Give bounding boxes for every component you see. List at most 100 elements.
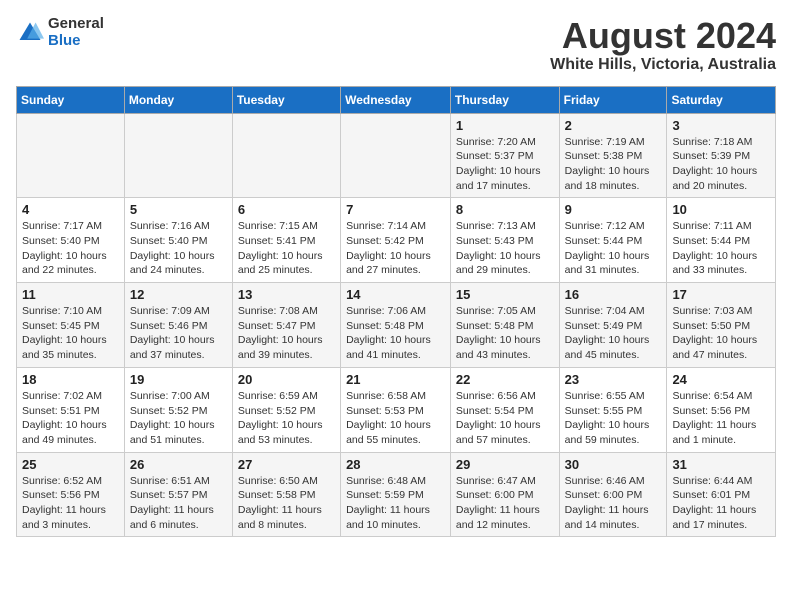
calendar-day-cell: 6 Sunrise: 7:15 AM Sunset: 5:41 PM Daylig…	[232, 198, 340, 283]
cell-daylight-info: Sunrise: 7:18 AM Sunset: 5:39 PM Dayligh…	[672, 135, 770, 194]
cell-daylight-info: Sunrise: 6:54 AM Sunset: 5:56 PM Dayligh…	[672, 389, 770, 448]
cell-date-number: 19	[130, 372, 227, 387]
cell-date-number: 16	[565, 287, 662, 302]
cell-date-number: 28	[346, 457, 445, 472]
cell-daylight-info: Sunrise: 7:17 AM Sunset: 5:40 PM Dayligh…	[22, 219, 119, 278]
day-header-wednesday: Wednesday	[341, 86, 451, 113]
cell-date-number: 31	[672, 457, 770, 472]
empty-cell	[232, 113, 340, 198]
calendar-day-cell: 5 Sunrise: 7:16 AM Sunset: 5:40 PM Daylig…	[124, 198, 232, 283]
cell-date-number: 30	[565, 457, 662, 472]
day-header-friday: Friday	[559, 86, 667, 113]
calendar-header-row: SundayMondayTuesdayWednesdayThursdayFrid…	[17, 86, 776, 113]
cell-daylight-info: Sunrise: 7:19 AM Sunset: 5:38 PM Dayligh…	[565, 135, 662, 194]
cell-daylight-info: Sunrise: 7:10 AM Sunset: 5:45 PM Dayligh…	[22, 304, 119, 363]
cell-daylight-info: Sunrise: 6:56 AM Sunset: 5:54 PM Dayligh…	[456, 389, 554, 448]
calendar-day-cell: 26 Sunrise: 6:51 AM Sunset: 5:57 PM Dayli…	[124, 452, 232, 537]
logo-blue-text: Blue	[48, 33, 104, 50]
cell-daylight-info: Sunrise: 7:13 AM Sunset: 5:43 PM Dayligh…	[456, 219, 554, 278]
logo-general-text: General	[48, 16, 104, 33]
cell-date-number: 6	[238, 202, 335, 217]
calendar-day-cell: 13 Sunrise: 7:08 AM Sunset: 5:47 PM Dayli…	[232, 283, 340, 368]
calendar-day-cell: 15Sunrise: 7:05 AM Sunset: 5:48 PM Dayli…	[450, 283, 559, 368]
calendar-day-cell: 21Sunrise: 6:58 AM Sunset: 5:53 PM Dayli…	[341, 367, 451, 452]
calendar-day-cell: 8Sunrise: 7:13 AM Sunset: 5:43 PM Daylig…	[450, 198, 559, 283]
cell-daylight-info: Sunrise: 6:51 AM Sunset: 5:57 PM Dayligh…	[130, 474, 227, 533]
calendar-day-cell: 14Sunrise: 7:06 AM Sunset: 5:48 PM Dayli…	[341, 283, 451, 368]
logo-icon	[16, 19, 44, 47]
calendar-day-cell: 4 Sunrise: 7:17 AM Sunset: 5:40 PM Daylig…	[17, 198, 125, 283]
calendar-day-cell: 23 Sunrise: 6:55 AM Sunset: 5:55 PM Dayli…	[559, 367, 667, 452]
cell-daylight-info: Sunrise: 7:20 AM Sunset: 5:37 PM Dayligh…	[456, 135, 554, 194]
cell-daylight-info: Sunrise: 6:48 AM Sunset: 5:59 PM Dayligh…	[346, 474, 445, 533]
calendar-week-row: 11Sunrise: 7:10 AM Sunset: 5:45 PM Dayli…	[17, 283, 776, 368]
cell-daylight-info: Sunrise: 6:52 AM Sunset: 5:56 PM Dayligh…	[22, 474, 119, 533]
calendar-day-cell: 29 Sunrise: 6:47 AM Sunset: 6:00 PM Dayli…	[450, 452, 559, 537]
title-block: August 2024 White Hills, Victoria, Austr…	[550, 16, 776, 74]
cell-date-number: 21	[346, 372, 445, 387]
calendar-day-cell: 16 Sunrise: 7:04 AM Sunset: 5:49 PM Dayli…	[559, 283, 667, 368]
calendar-day-cell: 2 Sunrise: 7:19 AM Sunset: 5:38 PM Daylig…	[559, 113, 667, 198]
cell-daylight-info: Sunrise: 7:09 AM Sunset: 5:46 PM Dayligh…	[130, 304, 227, 363]
calendar-day-cell: 1 Sunrise: 7:20 AM Sunset: 5:37 PM Daylig…	[450, 113, 559, 198]
day-header-saturday: Saturday	[667, 86, 776, 113]
cell-date-number: 13	[238, 287, 335, 302]
cell-date-number: 24	[672, 372, 770, 387]
cell-daylight-info: Sunrise: 6:44 AM Sunset: 6:01 PM Dayligh…	[672, 474, 770, 533]
calendar-day-cell: 25 Sunrise: 6:52 AM Sunset: 5:56 PM Dayli…	[17, 452, 125, 537]
cell-date-number: 22	[456, 372, 554, 387]
calendar-day-cell: 31 Sunrise: 6:44 AM Sunset: 6:01 PM Dayli…	[667, 452, 776, 537]
day-header-sunday: Sunday	[17, 86, 125, 113]
cell-date-number: 5	[130, 202, 227, 217]
cell-daylight-info: Sunrise: 7:04 AM Sunset: 5:49 PM Dayligh…	[565, 304, 662, 363]
cell-daylight-info: Sunrise: 7:00 AM Sunset: 5:52 PM Dayligh…	[130, 389, 227, 448]
cell-daylight-info: Sunrise: 7:14 AM Sunset: 5:42 PM Dayligh…	[346, 219, 445, 278]
calendar-day-cell: 28 Sunrise: 6:48 AM Sunset: 5:59 PM Dayli…	[341, 452, 451, 537]
calendar-day-cell: 10 Sunrise: 7:11 AM Sunset: 5:44 PM Dayli…	[667, 198, 776, 283]
cell-date-number: 7	[346, 202, 445, 217]
cell-daylight-info: Sunrise: 7:05 AM Sunset: 5:48 PM Dayligh…	[456, 304, 554, 363]
calendar-day-cell: 30 Sunrise: 6:46 AM Sunset: 6:00 PM Dayli…	[559, 452, 667, 537]
cell-date-number: 10	[672, 202, 770, 217]
cell-date-number: 4	[22, 202, 119, 217]
location-subtitle: White Hills, Victoria, Australia	[550, 56, 776, 74]
cell-date-number: 26	[130, 457, 227, 472]
calendar-day-cell: 9Sunrise: 7:12 AM Sunset: 5:44 PM Daylig…	[559, 198, 667, 283]
cell-date-number: 29	[456, 457, 554, 472]
cell-daylight-info: Sunrise: 7:11 AM Sunset: 5:44 PM Dayligh…	[672, 219, 770, 278]
empty-cell	[17, 113, 125, 198]
cell-daylight-info: Sunrise: 6:46 AM Sunset: 6:00 PM Dayligh…	[565, 474, 662, 533]
cell-daylight-info: Sunrise: 6:59 AM Sunset: 5:52 PM Dayligh…	[238, 389, 335, 448]
cell-daylight-info: Sunrise: 7:08 AM Sunset: 5:47 PM Dayligh…	[238, 304, 335, 363]
calendar-week-row: 25 Sunrise: 6:52 AM Sunset: 5:56 PM Dayli…	[17, 452, 776, 537]
calendar-day-cell: 7 Sunrise: 7:14 AM Sunset: 5:42 PM Daylig…	[341, 198, 451, 283]
calendar-week-row: 4 Sunrise: 7:17 AM Sunset: 5:40 PM Daylig…	[17, 198, 776, 283]
cell-date-number: 23	[565, 372, 662, 387]
cell-date-number: 18	[22, 372, 119, 387]
cell-date-number: 1	[456, 118, 554, 133]
calendar-day-cell: 12 Sunrise: 7:09 AM Sunset: 5:46 PM Dayli…	[124, 283, 232, 368]
day-header-thursday: Thursday	[450, 86, 559, 113]
calendar-day-cell: 22 Sunrise: 6:56 AM Sunset: 5:54 PM Dayli…	[450, 367, 559, 452]
logo: General Blue	[16, 16, 104, 49]
cell-daylight-info: Sunrise: 6:55 AM Sunset: 5:55 PM Dayligh…	[565, 389, 662, 448]
cell-date-number: 25	[22, 457, 119, 472]
cell-daylight-info: Sunrise: 6:50 AM Sunset: 5:58 PM Dayligh…	[238, 474, 335, 533]
cell-date-number: 2	[565, 118, 662, 133]
cell-date-number: 17	[672, 287, 770, 302]
calendar-day-cell: 27 Sunrise: 6:50 AM Sunset: 5:58 PM Dayli…	[232, 452, 340, 537]
calendar-week-row: 1 Sunrise: 7:20 AM Sunset: 5:37 PM Daylig…	[17, 113, 776, 198]
empty-cell	[341, 113, 451, 198]
calendar-day-cell: 18Sunrise: 7:02 AM Sunset: 5:51 PM Dayli…	[17, 367, 125, 452]
calendar-day-cell: 24 Sunrise: 6:54 AM Sunset: 5:56 PM Dayli…	[667, 367, 776, 452]
cell-daylight-info: Sunrise: 7:06 AM Sunset: 5:48 PM Dayligh…	[346, 304, 445, 363]
empty-cell	[124, 113, 232, 198]
cell-daylight-info: Sunrise: 7:16 AM Sunset: 5:40 PM Dayligh…	[130, 219, 227, 278]
cell-daylight-info: Sunrise: 6:47 AM Sunset: 6:00 PM Dayligh…	[456, 474, 554, 533]
cell-date-number: 27	[238, 457, 335, 472]
cell-date-number: 20	[238, 372, 335, 387]
cell-date-number: 12	[130, 287, 227, 302]
cell-daylight-info: Sunrise: 7:15 AM Sunset: 5:41 PM Dayligh…	[238, 219, 335, 278]
cell-date-number: 9	[565, 202, 662, 217]
calendar-day-cell: 11Sunrise: 7:10 AM Sunset: 5:45 PM Dayli…	[17, 283, 125, 368]
